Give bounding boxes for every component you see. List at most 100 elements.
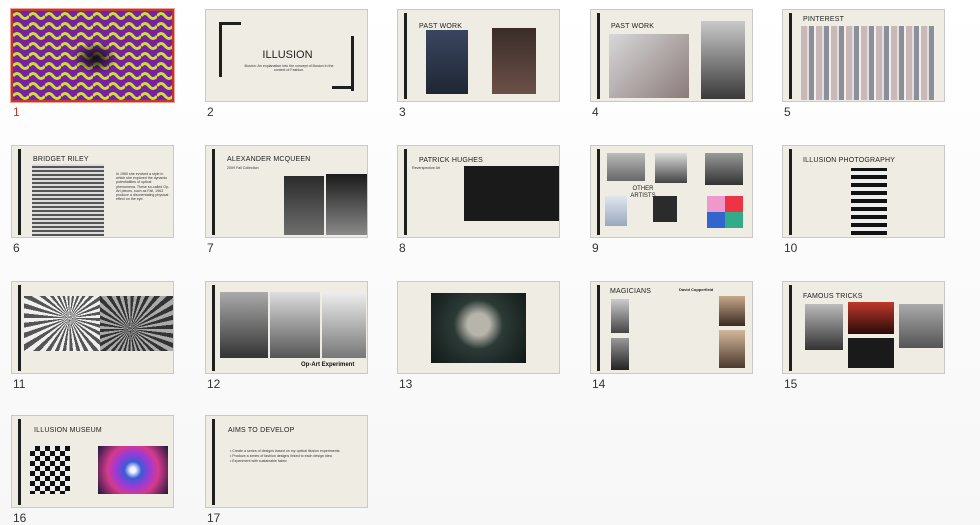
slide-16[interactable]: ILLUSION MUSEUM 16	[11, 415, 181, 525]
photo	[24, 296, 100, 351]
bullet-item: • Experiment with sustainable fabric	[230, 459, 287, 463]
accent-bar	[404, 149, 407, 235]
slide-title: BRIDGET RILEY	[33, 156, 89, 163]
bullet-text: Create a series of designs based on my o…	[232, 449, 340, 453]
slide-number: 14	[592, 377, 606, 391]
slide-thumbnail[interactable]: PATRICK HUGHES Reverspective Art	[397, 145, 560, 238]
slide-title: ILLUSION	[262, 49, 313, 61]
slide-title: FAMOUS TRICKS	[803, 293, 863, 300]
accent-bar	[18, 149, 21, 235]
photo	[899, 304, 943, 348]
accent-bar	[597, 149, 600, 235]
slide-title: PATRICK HUGHES	[419, 157, 483, 164]
photo	[322, 292, 366, 358]
slide-title: PAST WORK	[611, 23, 655, 30]
slide-subtitle: Illusion: An explanation into the concep…	[244, 64, 334, 73]
checkerboard-photo	[30, 446, 70, 494]
slide-number: 4	[592, 105, 599, 119]
photo	[719, 296, 745, 326]
photo	[611, 299, 629, 333]
slide-number: 17	[207, 511, 221, 525]
slide-3[interactable]: PAST WORK 3	[397, 9, 567, 119]
slide-8[interactable]: PATRICK HUGHES Reverspective Art 8	[397, 145, 567, 255]
slide-caption: David Copperfield	[679, 287, 714, 292]
slide-thumbnail[interactable]: OTHER ARTISTS	[590, 145, 753, 238]
slide-1[interactable]: 1	[11, 9, 181, 119]
slide-body-text: Reverspective Art	[412, 166, 441, 170]
tunnel-photo	[98, 446, 168, 494]
accent-bar	[212, 285, 215, 371]
photo	[609, 34, 689, 98]
slide-thumbnail[interactable]: Op-Art Experiment	[205, 281, 368, 374]
slide-thumbnail[interactable]: ILLUSION MUSEUM	[11, 415, 174, 508]
photo	[848, 302, 894, 334]
slide-number: 9	[592, 241, 599, 255]
slide-thumbnail[interactable]: ILLUSION Illusion: An explanation into t…	[205, 9, 368, 102]
video-frame[interactable]	[464, 166, 559, 221]
slide-thumbnail[interactable]: BRIDGET RILEY In 1960 she evolved a styl…	[11, 145, 174, 238]
slide-number: 11	[13, 377, 26, 391]
accent-bar	[597, 285, 600, 371]
slide-number: 10	[784, 241, 798, 255]
photo	[848, 338, 894, 368]
slide-number: 1	[13, 105, 20, 119]
slide-10[interactable]: ILLUSION PHOTOGRAPHY 10	[782, 145, 952, 255]
slide-17[interactable]: AIMS TO DEVELOP • Create a series of des…	[205, 415, 375, 525]
photo	[492, 28, 536, 94]
photo	[270, 292, 320, 358]
slide-thumbnail[interactable]	[11, 9, 174, 102]
slide-caption: Op-Art Experiment	[301, 362, 355, 368]
accent-bar	[212, 149, 215, 235]
bullet-item: • Create a series of designs based on my…	[230, 449, 340, 453]
bullet-text: Experiment with sustainable fabric	[232, 459, 287, 463]
slide-title: PAST WORK	[419, 23, 463, 30]
slide-thumbnail[interactable]: MAGICIANS David Copperfield	[590, 281, 753, 374]
slide-number: 13	[399, 377, 413, 391]
photo	[284, 176, 324, 235]
slide-7[interactable]: ALEXANDER MCQUEEN 2009 Fall Collection 7	[205, 145, 375, 255]
photo	[805, 304, 843, 350]
slide-4[interactable]: PAST WORK 4	[590, 9, 760, 119]
photo	[605, 196, 627, 226]
slide-thumbnail[interactable]: PAST WORK	[590, 9, 753, 102]
slide-title: MAGICIANS	[610, 288, 652, 295]
slide-title: ILLUSION PHOTOGRAPHY	[803, 157, 896, 164]
pinterest-board-image	[801, 26, 935, 100]
slide-12[interactable]: Op-Art Experiment 12	[205, 281, 375, 391]
slide-thumbnail[interactable]: ILLUSION PHOTOGRAPHY	[782, 145, 945, 238]
slide-title: ILLUSION MUSEUM	[34, 427, 102, 434]
accent-bar	[18, 419, 21, 505]
slide-11[interactable]: 11	[11, 281, 181, 391]
video-frame[interactable]	[431, 293, 526, 363]
slide-15[interactable]: FAMOUS TRICKS 15	[782, 281, 952, 391]
slide-number: 12	[207, 377, 221, 391]
photo	[326, 174, 367, 235]
slide-number: 2	[207, 105, 214, 119]
slide-thumbnail[interactable]: ALEXANDER MCQUEEN 2009 Fall Collection	[205, 145, 368, 238]
accent-bar	[789, 149, 792, 235]
slide-number: 6	[13, 241, 20, 255]
slide-5[interactable]: PINTEREST 5	[782, 9, 952, 119]
slide-13[interactable]: 13	[397, 281, 567, 391]
photo	[426, 30, 468, 94]
slide-9[interactable]: OTHER ARTISTS 9	[590, 145, 760, 255]
op-art-illusion-image	[13, 11, 172, 100]
photo	[705, 153, 743, 185]
slide-6[interactable]: BRIDGET RILEY In 1960 she evolved a styl…	[11, 145, 181, 255]
slide-14[interactable]: MAGICIANS David Copperfield 14	[590, 281, 760, 391]
slide-number: 3	[399, 105, 406, 119]
slide-title: ALEXANDER MCQUEEN	[227, 156, 311, 163]
slide-thumbnail[interactable]	[397, 281, 560, 374]
slide-thumbnail[interactable]: AIMS TO DEVELOP • Create a series of des…	[205, 415, 368, 508]
accent-bar	[597, 13, 600, 99]
accent-bar	[404, 13, 407, 99]
photo	[220, 292, 268, 358]
bullet-item: • Produce a series of fashion designs li…	[230, 454, 332, 458]
slide-thumbnail[interactable]: FAMOUS TRICKS	[782, 281, 945, 374]
slide-title: PINTEREST	[803, 16, 845, 23]
slide-thumbnail[interactable]: PAST WORK	[397, 9, 560, 102]
slide-thumbnail[interactable]: PINTEREST	[782, 9, 945, 102]
slide-2[interactable]: ILLUSION Illusion: An explanation into t…	[205, 9, 375, 119]
slide-thumbnail[interactable]	[11, 281, 174, 374]
accent-bar	[789, 285, 792, 371]
